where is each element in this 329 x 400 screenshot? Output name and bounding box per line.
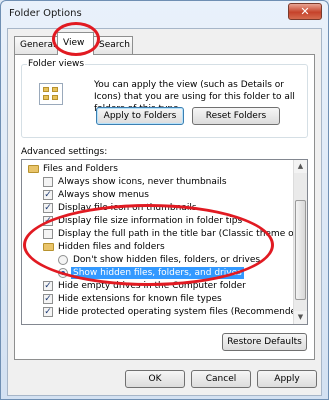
scroll-up-icon[interactable]: ▲ xyxy=(294,160,307,173)
list-item-label: Files and Folders xyxy=(43,164,118,174)
checkbox[interactable]: ✓ xyxy=(43,190,53,200)
apply-to-folders-button[interactable]: Apply to Folders xyxy=(96,107,184,125)
checkbox[interactable]: ✓ xyxy=(43,294,53,304)
advanced-settings-label: Advanced settings: xyxy=(21,147,108,157)
title-bar[interactable]: Folder Options ✕ xyxy=(1,1,328,27)
restore-defaults-button[interactable]: Restore Defaults xyxy=(222,333,307,351)
close-icon: ✕ xyxy=(300,5,310,18)
list-item-label: Hide extensions for known file types xyxy=(58,294,222,304)
window-title: Folder Options xyxy=(9,8,82,19)
folder-views-group: Folder views You can apply the view (suc… xyxy=(21,59,308,138)
tab-general-label: General xyxy=(20,40,56,50)
vertical-scrollbar[interactable]: ▲ ▼ xyxy=(293,160,307,324)
ok-button[interactable]: OK xyxy=(125,370,185,388)
scroll-thumb[interactable] xyxy=(295,200,306,300)
checkbox[interactable]: ✓ xyxy=(43,307,53,317)
folder-views-icon xyxy=(39,83,63,105)
apply-button[interactable]: Apply xyxy=(257,370,317,388)
folder-views-label: Folder views xyxy=(27,59,86,69)
checkbox[interactable] xyxy=(43,177,53,187)
checkbox[interactable]: ✓ xyxy=(43,203,53,213)
reset-folders-button[interactable]: Reset Folders xyxy=(192,107,280,125)
folder-options-window: Folder Options ✕ General View Search Fol… xyxy=(0,0,329,400)
cancel-button[interactable]: Cancel xyxy=(191,370,251,388)
list-item-label: Hide protected operating system files (R… xyxy=(58,307,306,317)
checkbox[interactable]: ✓ xyxy=(43,281,53,291)
close-button[interactable]: ✕ xyxy=(288,3,322,20)
scroll-down-icon[interactable]: ▼ xyxy=(294,311,307,324)
tab-search-label: Search xyxy=(99,40,130,50)
annotation-ellipse-view-tab xyxy=(52,22,100,56)
list-item-label: Always show menus xyxy=(58,190,149,200)
list-item-label: Always show icons, never thumbnails xyxy=(58,177,227,187)
annotation-ellipse-hidden-files xyxy=(23,204,274,286)
folder-icon xyxy=(28,165,39,173)
